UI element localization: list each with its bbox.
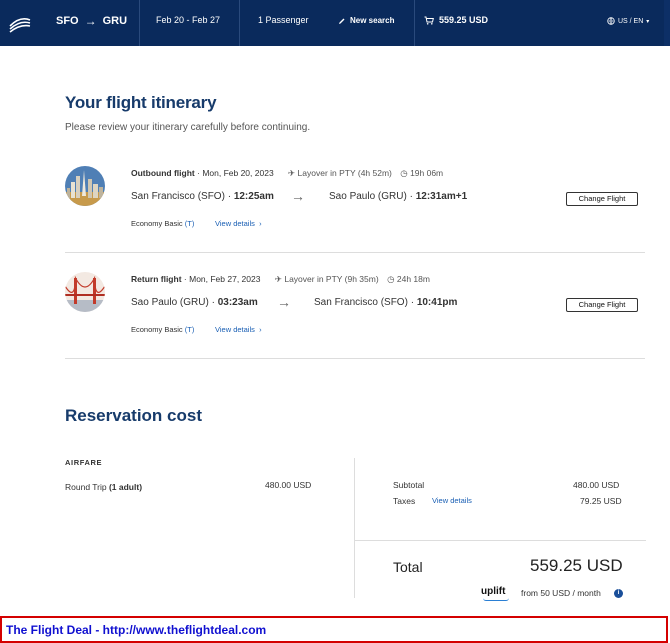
plane-icon: ✈ — [274, 274, 282, 284]
airfare-heading: AIRFARE — [65, 458, 103, 467]
total-amount: 559.25 USD — [530, 556, 623, 575]
subtotal-label: Subtotal — [393, 480, 425, 490]
cart-summary[interactable]: 559.25 USD — [424, 15, 488, 25]
section-divider — [65, 358, 645, 359]
passenger-qty: (1 adult) — [108, 482, 143, 492]
view-details-link[interactable]: View details › — [215, 219, 262, 228]
banner-text[interactable]: The Flight Deal - http://www.theflightde… — [6, 623, 266, 637]
outbound-flight-card: Outbound flight · Mon, Feb 20, 2023 ✈ La… — [65, 160, 645, 253]
header-total-price: 559.25 USD — [439, 15, 489, 25]
itinerary-subtitle: Please review your itinerary carefully b… — [65, 122, 311, 133]
travel-dates: Feb 20 - Feb 27 — [156, 15, 221, 25]
view-details-link[interactable]: View details › — [215, 325, 262, 334]
flight-duration: 24h 18m — [396, 274, 430, 284]
total-label: Total — [393, 559, 423, 575]
departure-time: 12:25am — [233, 191, 274, 202]
departure-time: 03:23am — [217, 297, 258, 308]
fare-class: Economy Basic (T) — [131, 219, 194, 228]
arrival-info: Sao Paulo (GRU) · 12:31am+1 — [329, 191, 468, 202]
uplift-logo[interactable]: uplift — [481, 586, 505, 597]
reservation-cost-title: Reservation cost — [65, 406, 202, 425]
clock-icon: ◷ — [400, 168, 408, 178]
info-icon[interactable]: i — [614, 589, 623, 598]
caret-down-icon: ▾ — [646, 18, 650, 25]
fare-code: (T) — [184, 219, 195, 228]
pencil-icon — [339, 18, 345, 24]
view-details-label: View details — [215, 219, 255, 228]
departure-info: Sao Paulo (GRU) · 03:23am — [131, 297, 258, 308]
outbound-flight-header: Outbound flight · Mon, Feb 20, 2023 ✈ La… — [131, 168, 444, 178]
monthly-payment-text: from 50 USD / month — [521, 588, 601, 598]
layover-info: Layover in PTY (4h 52m) — [297, 168, 392, 178]
departure-city: Sao Paulo (GRU) — [131, 297, 209, 308]
section-divider — [65, 252, 645, 253]
return-flight-card: Return flight · Mon, Feb 27, 2023 ✈ Layo… — [65, 266, 645, 359]
scrollbar-track[interactable] — [664, 0, 670, 46]
header-divider — [414, 0, 415, 46]
flight-deal-banner: The Flight Deal - http://www.theflightde… — [0, 616, 668, 643]
chevron-right-icon: › — [256, 219, 262, 228]
round-trip-label: Round Trip (1 adult) — [65, 482, 142, 492]
flight-label: Return flight — [131, 274, 182, 284]
view-details-label: View details — [215, 325, 255, 334]
round-trip-text: Round Trip — [65, 482, 107, 492]
plane-icon: ✈ — [288, 168, 296, 178]
clock-icon: ◷ — [387, 274, 395, 284]
route-summary: SFO → GRU — [56, 14, 127, 28]
city-skyline-image — [65, 166, 105, 206]
golden-gate-bridge-image — [65, 272, 105, 312]
new-search-label: New search — [350, 16, 395, 25]
itinerary-title: Your flight itinerary — [65, 93, 217, 112]
flight-label: Outbound flight — [131, 168, 195, 178]
change-flight-button[interactable]: Change Flight — [566, 192, 638, 206]
change-flight-button[interactable]: Change Flight — [566, 298, 638, 312]
cart-icon — [424, 16, 434, 25]
header-divider — [139, 0, 140, 46]
departure-city: San Francisco (SFO) — [131, 191, 225, 202]
destination-code: GRU — [102, 15, 128, 27]
taxes-amount: 79.25 USD — [580, 496, 622, 506]
taxes-label: Taxes — [393, 496, 416, 506]
round-trip-amount: 480.00 USD — [265, 480, 312, 490]
arrival-city: San Francisco (SFO) — [314, 297, 408, 308]
origin-code: SFO — [56, 15, 79, 27]
return-flight-header: Return flight · Mon, Feb 27, 2023 ✈ Layo… — [131, 274, 430, 284]
arrow-right-icon: → — [277, 294, 291, 310]
arrival-info: San Francisco (SFO) · 10:41pm — [314, 297, 458, 308]
flight-duration: 19h 06m — [410, 168, 444, 178]
uplift-smile-icon — [483, 598, 509, 601]
subtotal-amount: 480.00 USD — [573, 480, 620, 490]
arrival-city: Sao Paulo (GRU) — [329, 191, 407, 202]
taxes-view-details-link[interactable]: View details — [432, 496, 472, 505]
fare-name: Economy Basic — [131, 219, 183, 228]
new-search-button[interactable]: New search — [338, 16, 394, 25]
fare-name: Economy Basic — [131, 325, 183, 334]
fare-code: (T) — [184, 325, 195, 334]
header-divider — [239, 0, 240, 46]
arrival-time: 10:41pm — [416, 297, 458, 308]
chevron-right-icon: › — [256, 325, 262, 334]
arrival-time: 12:31am+1 — [415, 191, 468, 202]
flight-date: Mon, Feb 20, 2023 — [202, 168, 274, 178]
layover-info: Layover in PTY (9h 35m) — [284, 274, 379, 284]
arrow-right-icon: → — [84, 14, 97, 28]
globe-icon — [607, 17, 615, 25]
departure-info: San Francisco (SFO) · 12:25am — [131, 191, 274, 202]
flight-date: Mon, Feb 27, 2023 — [189, 274, 261, 284]
fare-class: Economy Basic (T) — [131, 325, 194, 334]
airline-logo-icon[interactable] — [8, 12, 32, 34]
arrow-right-icon: → — [291, 188, 305, 204]
total-divider — [354, 540, 646, 541]
passenger-count: 1 Passenger — [258, 15, 309, 25]
top-header-bar: SFO → GRU Feb 20 - Feb 27 1 Passenger Ne… — [0, 0, 670, 46]
cost-column-divider — [354, 458, 355, 598]
locale-selector[interactable]: US / EN ▾ — [607, 17, 649, 25]
locale-label: US / EN — [618, 17, 644, 25]
